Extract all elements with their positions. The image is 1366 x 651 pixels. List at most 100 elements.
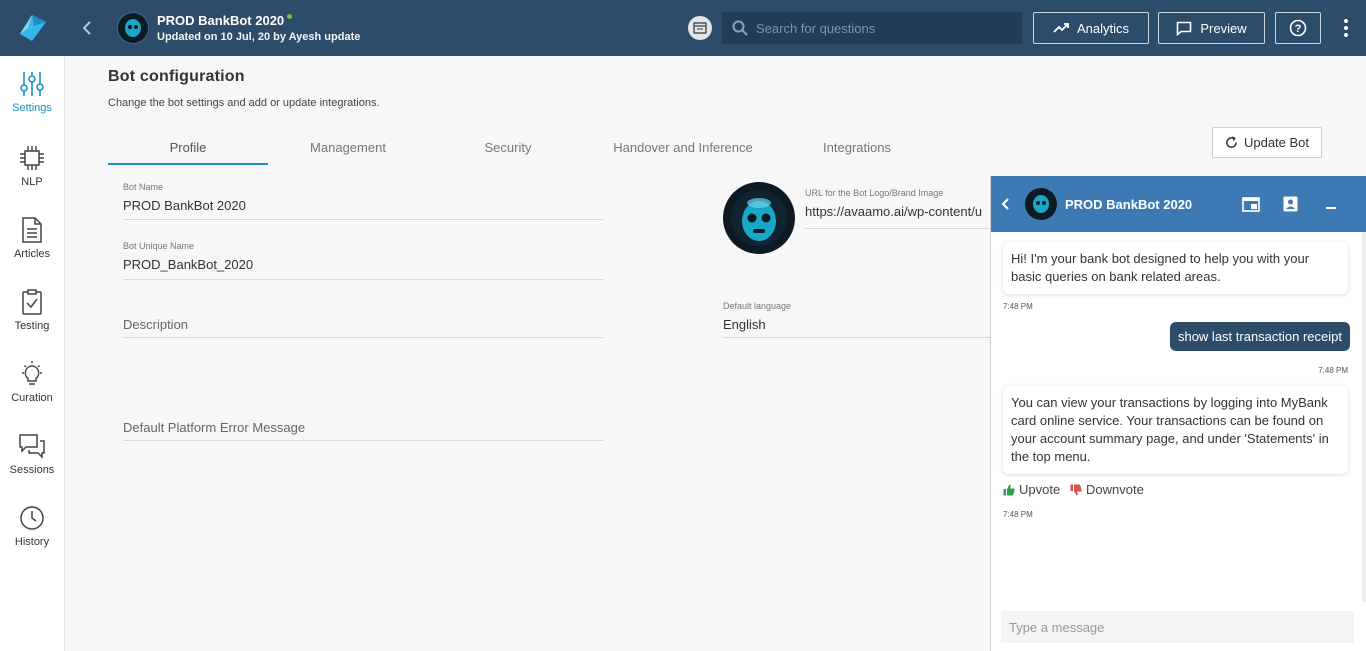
error-message-field[interactable]: Default Platform Error Message xyxy=(123,420,603,441)
robot-icon xyxy=(1033,195,1049,213)
svg-text:?: ? xyxy=(1295,23,1302,35)
settings-sliders-icon xyxy=(20,72,44,96)
sidebar-item-label: Sessions xyxy=(9,464,55,476)
sidebar-item-label: History xyxy=(14,536,50,548)
contact-card-button[interactable] xyxy=(1280,194,1300,214)
chat-bubbles-icon xyxy=(19,434,45,459)
robot-icon xyxy=(731,190,787,246)
chevron-left-icon xyxy=(1001,198,1009,210)
description-placeholder: Description xyxy=(123,317,189,332)
bot-unique-name-field[interactable]: Bot Unique Name PROD_BankBot_2020 xyxy=(123,241,603,280)
avaamo-logo-icon xyxy=(19,15,46,41)
search-input[interactable] xyxy=(756,20,1006,36)
default-language-field[interactable]: Default language English xyxy=(723,301,990,338)
config-tabs: Profile Management Security Handover and… xyxy=(108,140,908,165)
open-window-button[interactable] xyxy=(1241,194,1261,214)
trending-up-icon xyxy=(1053,23,1069,33)
clock-icon xyxy=(20,506,44,530)
user-message: show last transaction receipt xyxy=(1169,322,1350,351)
back-button[interactable] xyxy=(67,0,107,56)
tab-handover-inference[interactable]: Handover and Inference xyxy=(588,140,778,165)
preview-button[interactable]: Preview xyxy=(1158,12,1265,44)
chat-back-button[interactable] xyxy=(1001,197,1025,211)
sidebar-item-nlp[interactable]: NLP xyxy=(0,144,64,210)
preview-label: Preview xyxy=(1200,20,1247,36)
sidebar-item-curation[interactable]: Curation xyxy=(0,360,64,426)
chat-scrollbar[interactable] xyxy=(1362,232,1366,602)
bot-name: PROD BankBot 2020 xyxy=(157,13,285,28)
search-bar[interactable] xyxy=(722,12,1022,44)
bot-name-value[interactable]: PROD BankBot 2020 xyxy=(123,198,603,213)
chat-preview-icon xyxy=(1177,21,1192,36)
error-message-placeholder: Default Platform Error Message xyxy=(123,420,306,435)
message-timestamp: 7:48 PM xyxy=(1318,366,1348,375)
tab-profile[interactable]: Profile xyxy=(108,140,268,165)
chat-bot-avatar xyxy=(1025,188,1057,220)
more-options-button[interactable] xyxy=(1334,14,1358,42)
update-bot-label: Update Bot xyxy=(1243,135,1310,150)
sidebar-item-label: Testing xyxy=(14,320,50,332)
message-timestamp: 7:48 PM xyxy=(1003,302,1033,311)
sidebar-item-label: NLP xyxy=(21,176,43,188)
contact-card-icon xyxy=(1283,196,1297,212)
chat-preview-panel: PROD BankBot 2020 Hi! I'm your bank bot … xyxy=(990,176,1366,651)
sidebar-item-label: Settings xyxy=(12,102,52,114)
bot-unique-name-value[interactable]: PROD_BankBot_2020 xyxy=(123,257,603,272)
logo-url-label: URL for the Bot Logo/Brand Image xyxy=(805,188,944,198)
window-icon xyxy=(1242,196,1260,212)
message-timestamp: 7:48 PM xyxy=(1003,510,1033,519)
tab-management[interactable]: Management xyxy=(268,140,428,165)
sidebar-item-history[interactable]: History xyxy=(0,504,64,570)
chip-icon xyxy=(20,146,44,170)
downvote-label: Downvote xyxy=(1086,482,1144,497)
logo-url-value[interactable]: https://avaamo.ai/wp-content/u xyxy=(805,204,990,219)
sidebar: Settings NLP Articles Testing Curation S… xyxy=(0,56,65,651)
bot-logo-image[interactable] xyxy=(723,182,795,254)
page-title: Bot configuration xyxy=(108,68,245,85)
sidebar-item-label: Curation xyxy=(11,392,53,404)
app-logo[interactable] xyxy=(0,0,65,56)
page-subtitle: Change the bot settings and add or updat… xyxy=(108,97,380,109)
robot-icon xyxy=(125,19,141,37)
message-input[interactable] xyxy=(1001,611,1354,643)
help-button[interactable]: ? xyxy=(1275,12,1321,44)
refresh-icon xyxy=(1226,136,1237,148)
sidebar-item-sessions[interactable]: Sessions xyxy=(0,432,64,498)
chevron-left-icon xyxy=(82,21,91,35)
document-icon xyxy=(22,217,42,243)
clipboard-check-icon xyxy=(22,289,42,315)
bot-name-field[interactable]: Bot Name PROD BankBot 2020 xyxy=(123,182,603,220)
sidebar-item-testing[interactable]: Testing xyxy=(0,288,64,354)
thumbs-up-icon xyxy=(1003,484,1015,495)
bot-message: Hi! I'm your bank bot designed to help y… xyxy=(1003,242,1348,294)
bot-header-info: PROD BankBot 2020 Updated on 10 Jul, 20 … xyxy=(157,13,360,43)
description-field[interactable]: Description xyxy=(123,317,603,338)
chat-header: PROD BankBot 2020 xyxy=(991,176,1366,232)
sidebar-item-settings[interactable]: Settings xyxy=(0,70,64,136)
lightbulb-icon xyxy=(22,361,42,385)
help-icon: ? xyxy=(1289,19,1307,37)
sidebar-item-label: Articles xyxy=(13,248,51,260)
bot-avatar xyxy=(117,12,149,44)
minimize-icon xyxy=(1326,207,1336,209)
logo-url-field[interactable]: URL for the Bot Logo/Brand Image https:/… xyxy=(805,188,990,229)
bot-name-label: Bot Name xyxy=(123,182,164,192)
downvote-button[interactable]: Downvote xyxy=(1070,482,1144,497)
bot-unique-name-label: Bot Unique Name xyxy=(123,241,195,251)
thumbs-down-icon xyxy=(1070,484,1082,495)
upvote-label: Upvote xyxy=(1019,482,1061,497)
default-language-value[interactable]: English xyxy=(723,317,990,332)
online-status-dot xyxy=(287,14,293,19)
tab-security[interactable]: Security xyxy=(428,140,588,165)
updated-info: Updated on 10 Jul, 20 by Ayesh update xyxy=(157,31,361,43)
default-language-label: Default language xyxy=(723,301,792,311)
minimize-button[interactable] xyxy=(1321,194,1341,214)
search-icon xyxy=(732,20,748,36)
tab-integrations[interactable]: Integrations xyxy=(778,140,936,165)
analytics-button[interactable]: Analytics xyxy=(1033,12,1149,44)
sidebar-item-articles[interactable]: Articles xyxy=(0,216,64,282)
upvote-button[interactable]: Upvote xyxy=(1003,482,1060,497)
update-bot-button[interactable]: Update Bot xyxy=(1212,127,1322,158)
knowledge-base-icon[interactable] xyxy=(688,16,712,40)
analytics-label: Analytics xyxy=(1076,20,1130,36)
